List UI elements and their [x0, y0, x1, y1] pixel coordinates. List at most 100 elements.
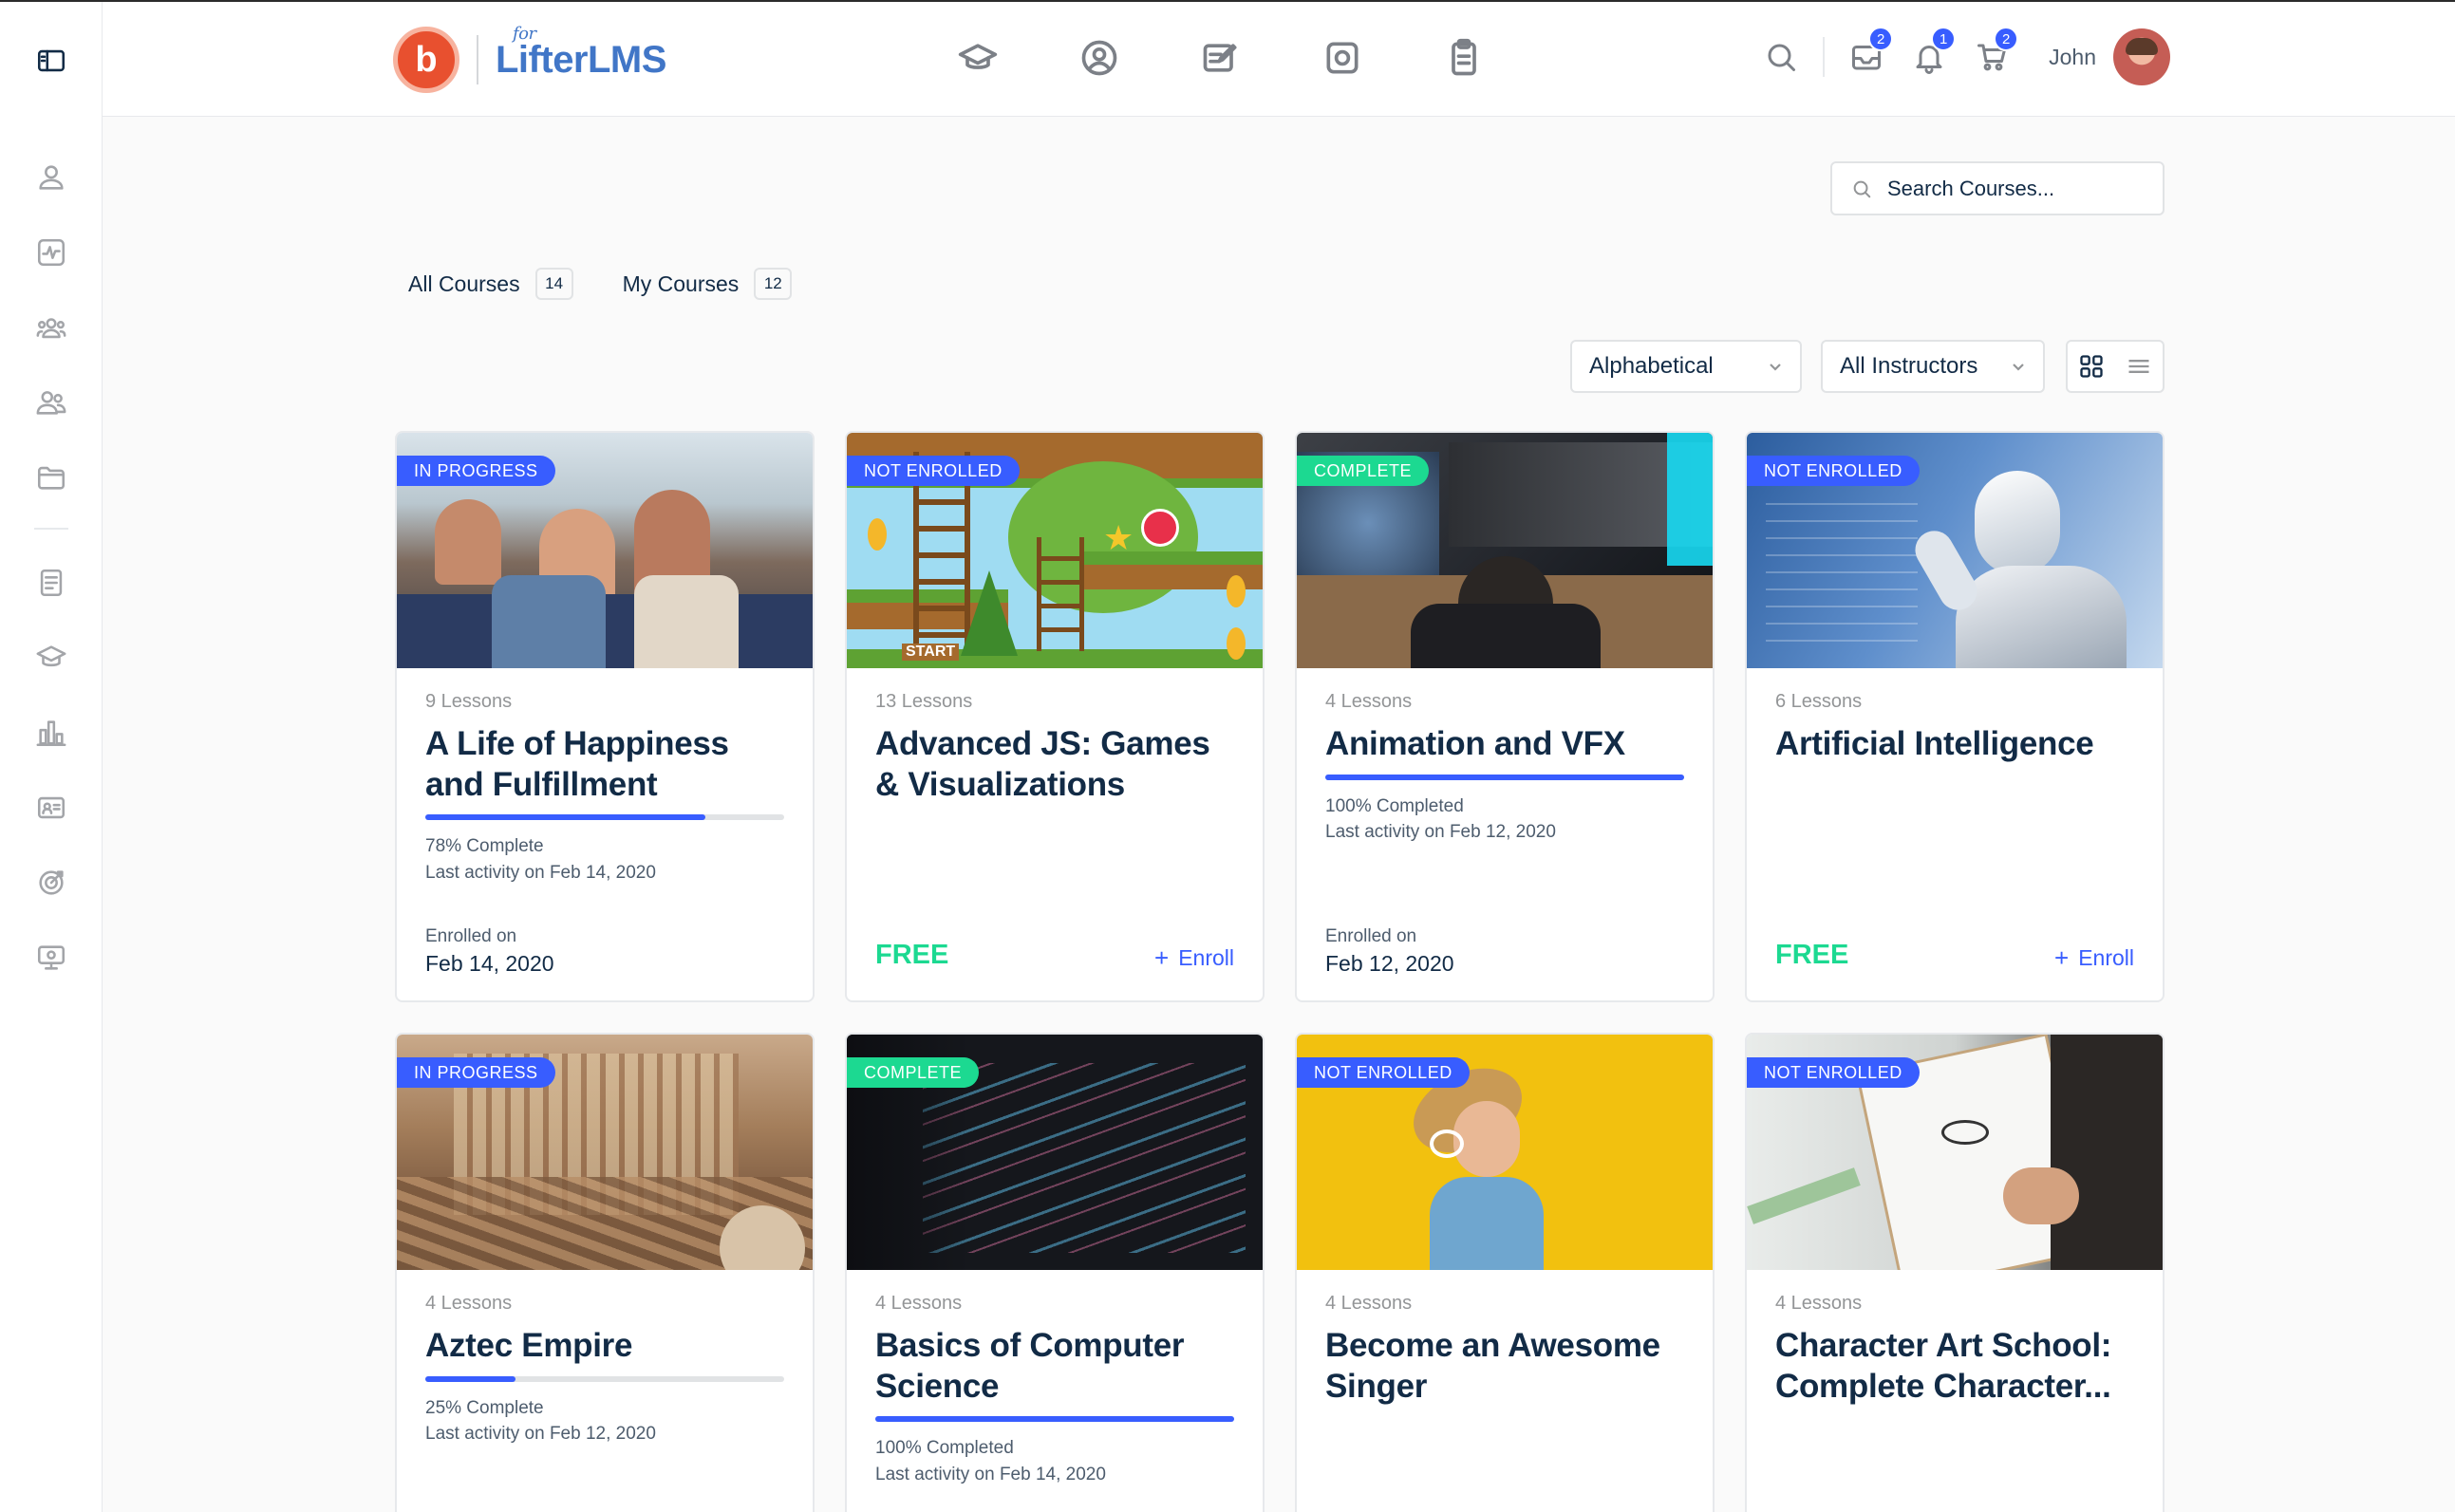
course-card[interactable]: NOT ENROLLED 4 Lessons Become an Awesome…	[1295, 1033, 1715, 1512]
groups-icon[interactable]	[32, 308, 70, 346]
course-title[interactable]: Become an Awesome Singer	[1325, 1326, 1684, 1407]
course-title[interactable]: Artificial Intelligence	[1775, 724, 2134, 765]
chevron-down-icon	[1770, 364, 1781, 371]
start-sign: START	[902, 644, 960, 661]
status-badge: IN PROGRESS	[397, 456, 555, 486]
site-logo[interactable]: b for LifterLMS	[393, 23, 666, 93]
presentation-icon[interactable]	[32, 939, 70, 977]
enroll-button[interactable]: + Enroll	[1154, 943, 1234, 973]
progress-bar	[875, 1416, 1234, 1423]
chevron-down-icon	[2013, 364, 2024, 371]
progress-text: 100% Completed	[875, 1438, 1014, 1459]
progress-fill	[875, 1416, 1234, 1423]
progress-text: 100% Completed	[1325, 795, 1464, 816]
enroll-label: Enroll	[1178, 945, 1234, 970]
progress-bar	[1325, 774, 1684, 780]
logo-prefix: for	[513, 23, 536, 44]
edit-nav-icon[interactable]	[1200, 37, 1242, 84]
progress-text: 25% Complete	[425, 1397, 544, 1418]
course-card[interactable]: COMPLETE 4 Lessons Animation and VFX 100…	[1295, 431, 1715, 1002]
inbox-icon[interactable]: 2	[1847, 27, 1894, 76]
course-card[interactable]: IN PROGRESS 4 Lessons Aztec Empire 25% C…	[395, 1033, 815, 1512]
order-select[interactable]: Alphabetical	[1570, 340, 1802, 393]
course-title[interactable]: Aztec Empire	[425, 1326, 784, 1367]
course-card[interactable]: IN PROGRESS 9 Lessons A Life of Happines…	[395, 431, 815, 1002]
search-icon[interactable]	[1762, 38, 1800, 76]
tab-all-courses[interactable]: All Courses 14	[408, 268, 573, 300]
activity-icon[interactable]	[32, 233, 70, 271]
progress-meta: 25% Complete Last activity on Feb 12, 20…	[425, 1395, 784, 1447]
progress-text: 78% Complete	[425, 836, 544, 857]
header-separator	[1823, 37, 1826, 77]
search-input[interactable]	[1887, 176, 2153, 201]
status-badge: NOT ENROLLED	[847, 456, 1020, 486]
cart-icon[interactable]: 2	[1973, 27, 2019, 76]
card-body: 4 Lessons Basics of Computer Science 100…	[847, 1293, 1263, 1487]
tab-my-courses[interactable]: My Courses 12	[623, 268, 793, 300]
tab-label: All Courses	[408, 271, 520, 296]
last-activity: Last activity on Feb 14, 2020	[425, 862, 656, 883]
status-badge: NOT ENROLLED	[1747, 1057, 1920, 1088]
course-price: FREE	[1775, 940, 1849, 970]
sidebar-divider	[34, 528, 68, 530]
cart-badge: 2	[1994, 27, 2019, 51]
grid-view-button[interactable]	[2068, 342, 2115, 391]
card-body: 9 Lessons A Life of Happiness and Fulfil…	[397, 691, 813, 886]
course-title[interactable]: A Life of Happiness and Fulfillment	[425, 724, 784, 805]
document-icon[interactable]	[32, 564, 70, 602]
progress-bar	[425, 1375, 784, 1382]
members-icon[interactable]	[32, 383, 70, 421]
notifications-badge: 1	[1931, 27, 1957, 51]
profile-icon[interactable]	[32, 159, 70, 196]
target-icon[interactable]	[32, 864, 70, 902]
course-card[interactable]: ★ START NOT ENROLLED 13 Lessons Advanced…	[845, 431, 1265, 1002]
profile-nav-icon[interactable]	[1078, 37, 1120, 84]
list-view-button[interactable]	[2115, 342, 2163, 391]
enrolled-info: Enrolled on Feb 14, 2020	[425, 926, 554, 977]
course-card[interactable]: NOT ENROLLED 6 Lessons Artificial Intell…	[1745, 431, 2165, 1002]
status-badge: NOT ENROLLED	[1297, 1057, 1470, 1088]
avatar[interactable]	[2113, 28, 2170, 85]
course-price: FREE	[875, 940, 949, 970]
course-thumbnail: COMPLETE	[847, 1035, 1263, 1270]
list-icon	[2128, 360, 2149, 373]
enrolled-date: Feb 14, 2020	[425, 951, 554, 976]
instructor-select[interactable]: All Instructors	[1821, 340, 2045, 393]
course-title[interactable]: Animation and VFX	[1325, 724, 1684, 765]
user-name[interactable]: John	[2049, 45, 2096, 70]
status-badge: NOT ENROLLED	[1747, 456, 1920, 486]
id-card-icon[interactable]	[32, 789, 70, 827]
last-activity: Last activity on Feb 14, 2020	[875, 1464, 1106, 1484]
notes-nav-icon[interactable]	[1443, 37, 1485, 84]
bell-icon[interactable]: 1	[1910, 27, 1957, 76]
logo-separator	[477, 35, 478, 84]
reports-icon[interactable]	[32, 714, 70, 752]
lesson-count: 4 Lessons	[875, 1293, 963, 1314]
course-title[interactable]: Character Art School: Complete Character…	[1775, 1326, 2134, 1407]
sidebar-toggle-icon[interactable]	[32, 42, 70, 80]
enrolled-label: Enrolled on	[1325, 926, 1417, 946]
card-body: 4 Lessons Become an Awesome Singer	[1297, 1293, 1713, 1407]
enroll-button[interactable]: + Enroll	[2054, 943, 2134, 973]
courses-nav-icon[interactable]	[957, 37, 999, 84]
card-body: 13 Lessons Advanced JS: Games & Visualiz…	[847, 691, 1263, 805]
course-search	[1830, 161, 2165, 215]
card-body: 4 Lessons Character Art School: Complete…	[1747, 1293, 2163, 1407]
plus-icon: +	[2054, 943, 2070, 972]
main-nav	[957, 37, 1485, 84]
folder-icon[interactable]	[32, 458, 70, 496]
left-sidebar	[0, 2, 103, 1512]
graduation-cap-icon[interactable]	[32, 639, 70, 677]
lesson-count: 4 Lessons	[1325, 691, 1413, 712]
course-thumbnail: NOT ENROLLED	[1747, 1035, 2163, 1270]
progress-fill	[1325, 774, 1684, 780]
status-badge: COMPLETE	[1297, 456, 1430, 486]
course-title[interactable]: Advanced JS: Games & Visualizations	[875, 724, 1234, 805]
course-card[interactable]: NOT ENROLLED 4 Lessons Character Art Sch…	[1745, 1033, 2165, 1512]
progress-fill	[425, 1375, 515, 1382]
course-title[interactable]: Basics of Computer Science	[875, 1326, 1234, 1407]
course-thumbnail: NOT ENROLLED	[1747, 433, 2163, 668]
photos-nav-icon[interactable]	[1321, 37, 1363, 84]
grid-icon	[2080, 355, 2103, 378]
course-card[interactable]: COMPLETE 4 Lessons Basics of Computer Sc…	[845, 1033, 1265, 1512]
